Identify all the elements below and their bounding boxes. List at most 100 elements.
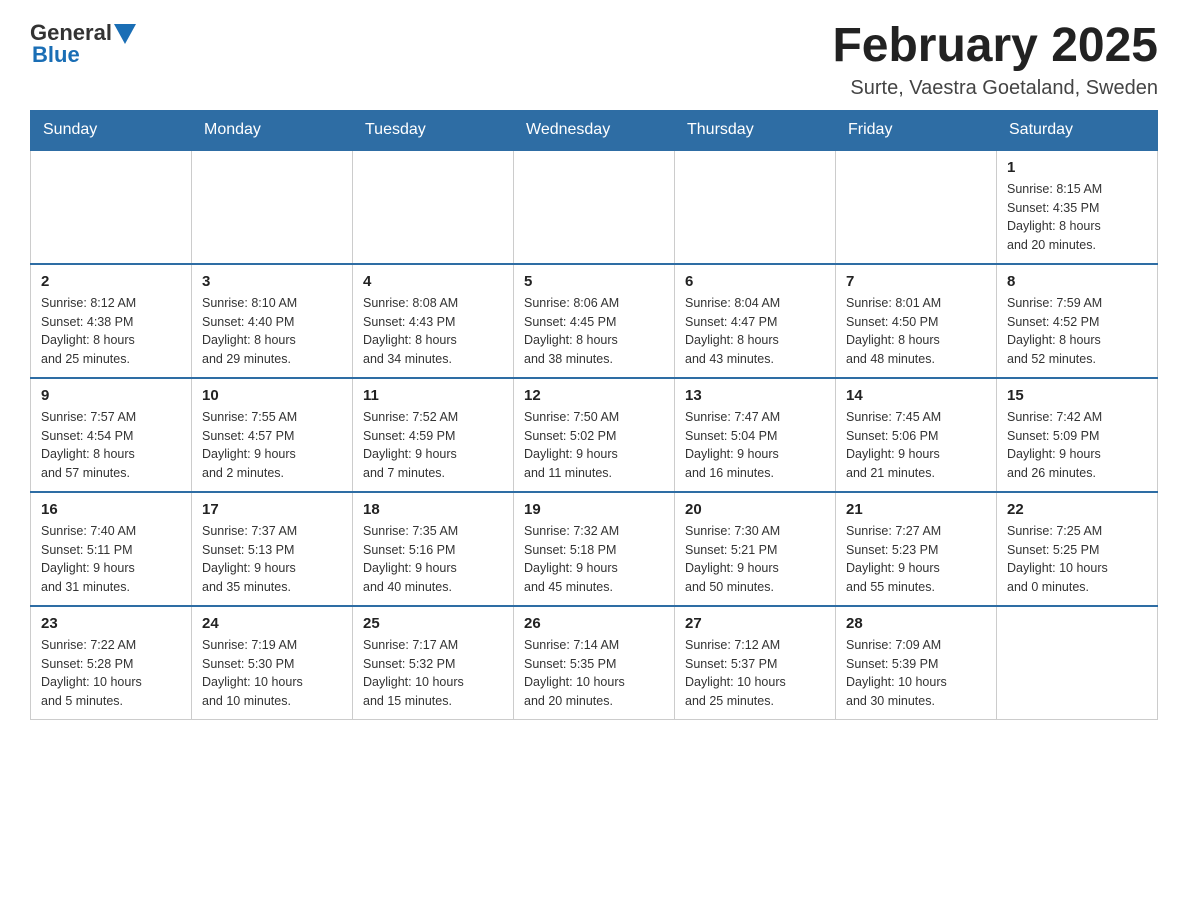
calendar-week-row: 2 Sunrise: 8:12 AM Sunset: 4:38 PM Daylig… bbox=[31, 264, 1158, 378]
header-friday: Friday bbox=[836, 110, 997, 150]
day-number: 23 bbox=[41, 615, 181, 632]
table-row: 15 Sunrise: 7:42 AM Sunset: 5:09 PM Dayli… bbox=[997, 378, 1158, 492]
table-row bbox=[192, 150, 353, 264]
table-row: 5 Sunrise: 8:06 AM Sunset: 4:45 PM Daylig… bbox=[514, 264, 675, 378]
month-title: February 2025 bbox=[832, 20, 1158, 73]
table-row: 10Sunrise: 7:55 AM Sunset: 4:57 PM Dayli… bbox=[192, 378, 353, 492]
table-row: 18 Sunrise: 7:35 AM Sunset: 5:16 PM Dayli… bbox=[353, 492, 514, 606]
table-row bbox=[836, 150, 997, 264]
day-info: Sunrise: 7:14 AM Sunset: 5:35 PM Dayligh… bbox=[524, 636, 664, 711]
day-info: Sunrise: 7:19 AM Sunset: 5:30 PM Dayligh… bbox=[202, 636, 342, 711]
day-number: 1 bbox=[1007, 159, 1147, 176]
table-row: 13 Sunrise: 7:47 AM Sunset: 5:04 PM Dayli… bbox=[675, 378, 836, 492]
table-row: 2 Sunrise: 8:12 AM Sunset: 4:38 PM Daylig… bbox=[31, 264, 192, 378]
day-info: Sunrise: 8:01 AM Sunset: 4:50 PM Dayligh… bbox=[846, 294, 986, 369]
header-thursday: Thursday bbox=[675, 110, 836, 150]
day-number: 3 bbox=[202, 273, 342, 290]
table-row: 19 Sunrise: 7:32 AM Sunset: 5:18 PM Dayli… bbox=[514, 492, 675, 606]
header-tuesday: Tuesday bbox=[353, 110, 514, 150]
table-row: 26Sunrise: 7:14 AM Sunset: 5:35 PM Dayli… bbox=[514, 606, 675, 720]
day-number: 15 bbox=[1007, 387, 1147, 404]
logo-blue-text: Blue bbox=[32, 42, 80, 68]
table-row: 24 Sunrise: 7:19 AM Sunset: 5:30 PM Dayli… bbox=[192, 606, 353, 720]
day-number: 19 bbox=[524, 501, 664, 518]
table-row: 11 Sunrise: 7:52 AM Sunset: 4:59 PM Dayli… bbox=[353, 378, 514, 492]
day-info: Sunrise: 7:50 AM Sunset: 5:02 PM Dayligh… bbox=[524, 408, 664, 483]
day-info: Sunrise: 7:45 AM Sunset: 5:06 PM Dayligh… bbox=[846, 408, 986, 483]
page-header: General Blue February 2025 Surte, Vaestr… bbox=[30, 20, 1158, 100]
table-row: 16 Sunrise: 7:40 AM Sunset: 5:11 PM Dayli… bbox=[31, 492, 192, 606]
day-info: Sunrise: 8:08 AM Sunset: 4:43 PM Dayligh… bbox=[363, 294, 503, 369]
day-info: Sunrise: 7:27 AM Sunset: 5:23 PM Dayligh… bbox=[846, 522, 986, 597]
header-sunday: Sunday bbox=[31, 110, 192, 150]
table-row: 23 Sunrise: 7:22 AM Sunset: 5:28 PM Dayli… bbox=[31, 606, 192, 720]
day-info: Sunrise: 8:15 AM Sunset: 4:35 PM Dayligh… bbox=[1007, 180, 1147, 255]
calendar-week-row: 9 Sunrise: 7:57 AM Sunset: 4:54 PM Daylig… bbox=[31, 378, 1158, 492]
day-number: 21 bbox=[846, 501, 986, 518]
day-info: Sunrise: 7:47 AM Sunset: 5:04 PM Dayligh… bbox=[685, 408, 825, 483]
table-row: 7 Sunrise: 8:01 AM Sunset: 4:50 PM Daylig… bbox=[836, 264, 997, 378]
day-info: Sunrise: 7:52 AM Sunset: 4:59 PM Dayligh… bbox=[363, 408, 503, 483]
table-row: 3 Sunrise: 8:10 AM Sunset: 4:40 PM Daylig… bbox=[192, 264, 353, 378]
table-row: 22Sunrise: 7:25 AM Sunset: 5:25 PM Dayli… bbox=[997, 492, 1158, 606]
table-row: 6 Sunrise: 8:04 AM Sunset: 4:47 PM Daylig… bbox=[675, 264, 836, 378]
location-title: Surte, Vaestra Goetaland, Sweden bbox=[832, 77, 1158, 100]
day-number: 24 bbox=[202, 615, 342, 632]
day-number: 8 bbox=[1007, 273, 1147, 290]
day-number: 18 bbox=[363, 501, 503, 518]
table-row: 20Sunrise: 7:30 AM Sunset: 5:21 PM Dayli… bbox=[675, 492, 836, 606]
table-row bbox=[997, 606, 1158, 720]
day-number: 17 bbox=[202, 501, 342, 518]
day-number: 16 bbox=[41, 501, 181, 518]
day-number: 25 bbox=[363, 615, 503, 632]
day-info: Sunrise: 8:04 AM Sunset: 4:47 PM Dayligh… bbox=[685, 294, 825, 369]
day-info: Sunrise: 7:35 AM Sunset: 5:16 PM Dayligh… bbox=[363, 522, 503, 597]
calendar-table: Sunday Monday Tuesday Wednesday Thursday… bbox=[30, 110, 1158, 720]
day-info: Sunrise: 7:40 AM Sunset: 5:11 PM Dayligh… bbox=[41, 522, 181, 597]
header-saturday: Saturday bbox=[997, 110, 1158, 150]
table-row: 9 Sunrise: 7:57 AM Sunset: 4:54 PM Daylig… bbox=[31, 378, 192, 492]
table-row: 28 Sunrise: 7:09 AM Sunset: 5:39 PM Dayli… bbox=[836, 606, 997, 720]
day-number: 12 bbox=[524, 387, 664, 404]
table-row: 25Sunrise: 7:17 AM Sunset: 5:32 PM Dayli… bbox=[353, 606, 514, 720]
header-monday: Monday bbox=[192, 110, 353, 150]
day-number: 9 bbox=[41, 387, 181, 404]
day-info: Sunrise: 8:06 AM Sunset: 4:45 PM Dayligh… bbox=[524, 294, 664, 369]
day-number: 5 bbox=[524, 273, 664, 290]
day-number: 27 bbox=[685, 615, 825, 632]
calendar-week-row: 23 Sunrise: 7:22 AM Sunset: 5:28 PM Dayli… bbox=[31, 606, 1158, 720]
header-wednesday: Wednesday bbox=[514, 110, 675, 150]
day-number: 22 bbox=[1007, 501, 1147, 518]
day-info: Sunrise: 7:09 AM Sunset: 5:39 PM Dayligh… bbox=[846, 636, 986, 711]
day-info: Sunrise: 8:10 AM Sunset: 4:40 PM Dayligh… bbox=[202, 294, 342, 369]
day-number: 4 bbox=[363, 273, 503, 290]
table-row: 8Sunrise: 7:59 AM Sunset: 4:52 PM Daylig… bbox=[997, 264, 1158, 378]
table-row: 4 Sunrise: 8:08 AM Sunset: 4:43 PM Daylig… bbox=[353, 264, 514, 378]
logo-triangle-icon bbox=[114, 24, 136, 44]
day-number: 14 bbox=[846, 387, 986, 404]
table-row: 21 Sunrise: 7:27 AM Sunset: 5:23 PM Dayli… bbox=[836, 492, 997, 606]
day-number: 13 bbox=[685, 387, 825, 404]
table-row bbox=[514, 150, 675, 264]
day-info: Sunrise: 7:42 AM Sunset: 5:09 PM Dayligh… bbox=[1007, 408, 1147, 483]
weekday-header-row: Sunday Monday Tuesday Wednesday Thursday… bbox=[31, 110, 1158, 150]
day-number: 28 bbox=[846, 615, 986, 632]
day-info: Sunrise: 7:30 AM Sunset: 5:21 PM Dayligh… bbox=[685, 522, 825, 597]
table-row: 14 Sunrise: 7:45 AM Sunset: 5:06 PM Dayli… bbox=[836, 378, 997, 492]
table-row: 1 Sunrise: 8:15 AM Sunset: 4:35 PM Daylig… bbox=[997, 150, 1158, 264]
day-info: Sunrise: 7:32 AM Sunset: 5:18 PM Dayligh… bbox=[524, 522, 664, 597]
day-number: 6 bbox=[685, 273, 825, 290]
table-row bbox=[353, 150, 514, 264]
day-info: Sunrise: 8:12 AM Sunset: 4:38 PM Dayligh… bbox=[41, 294, 181, 369]
calendar-week-row: 16 Sunrise: 7:40 AM Sunset: 5:11 PM Dayli… bbox=[31, 492, 1158, 606]
table-row bbox=[31, 150, 192, 264]
day-number: 11 bbox=[363, 387, 503, 404]
day-info: Sunrise: 7:22 AM Sunset: 5:28 PM Dayligh… bbox=[41, 636, 181, 711]
day-number: 7 bbox=[846, 273, 986, 290]
table-row: 27 Sunrise: 7:12 AM Sunset: 5:37 PM Dayli… bbox=[675, 606, 836, 720]
title-block: February 2025 Surte, Vaestra Goetaland, … bbox=[832, 20, 1158, 100]
day-info: Sunrise: 7:12 AM Sunset: 5:37 PM Dayligh… bbox=[685, 636, 825, 711]
table-row: 12 Sunrise: 7:50 AM Sunset: 5:02 PM Dayli… bbox=[514, 378, 675, 492]
day-number: 2 bbox=[41, 273, 181, 290]
day-info: Sunrise: 7:57 AM Sunset: 4:54 PM Dayligh… bbox=[41, 408, 181, 483]
